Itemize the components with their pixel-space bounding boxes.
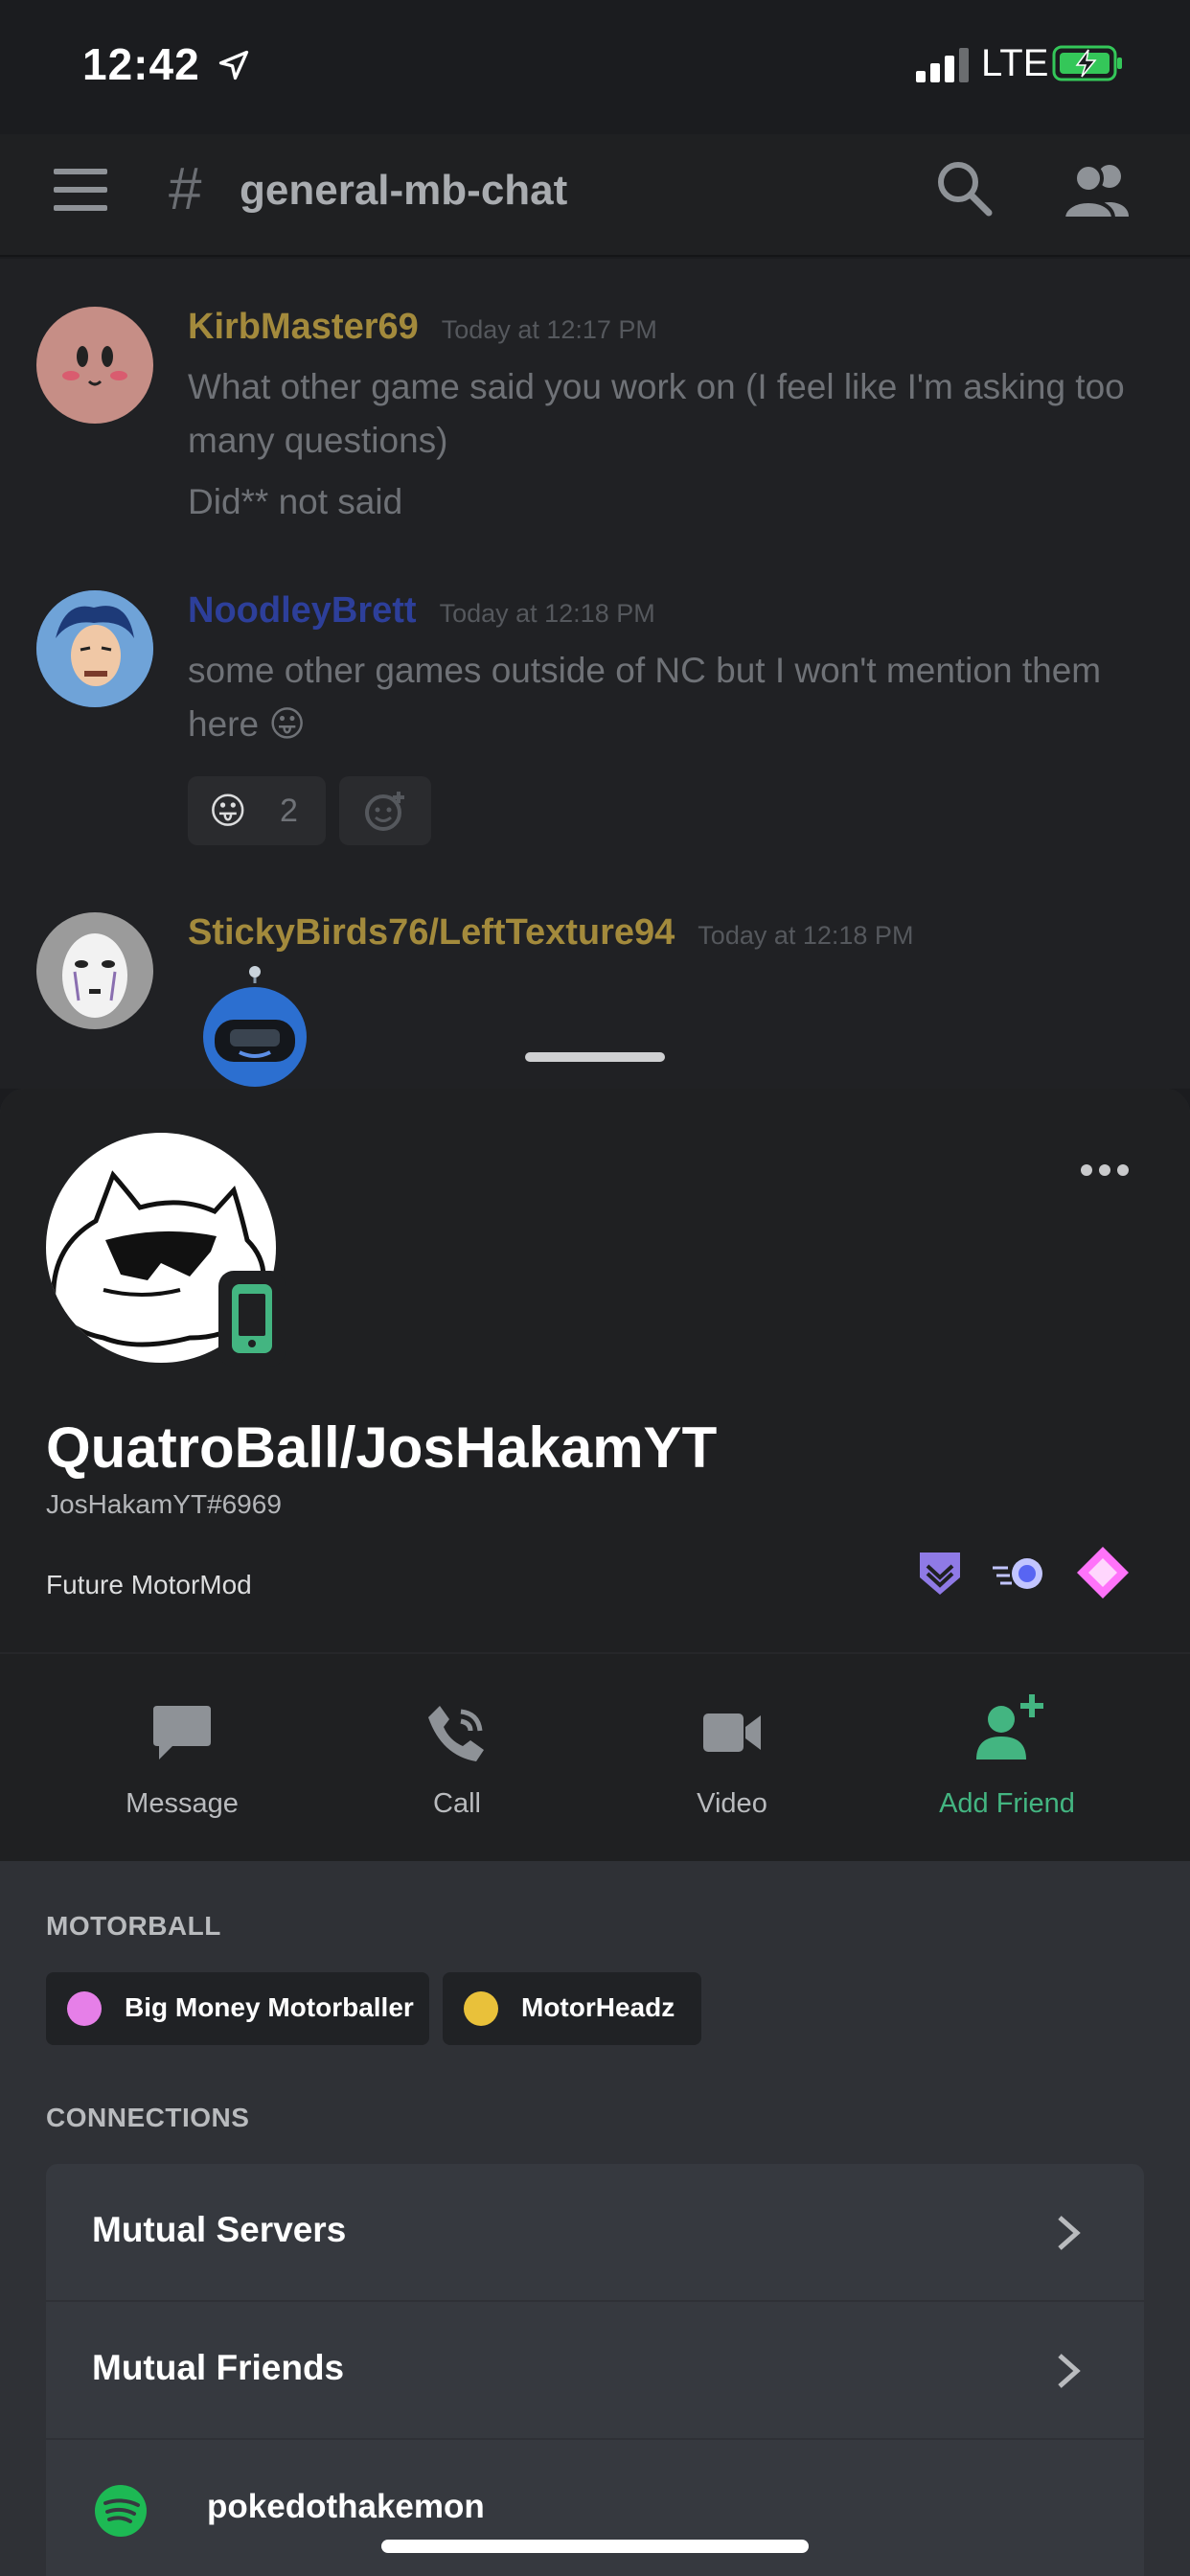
profile-bio: Future MotorMod (46, 1570, 252, 1599)
add-reaction-icon (365, 792, 404, 831)
mutual-friends-label: Mutual Friends (92, 2348, 345, 2387)
call-button[interactable]: Call (342, 1654, 572, 1863)
profile-display-name: QuatroBall/JosHakamYT (46, 1415, 718, 1480)
tongue-emoji-icon: 😛 (209, 792, 247, 832)
channel-name[interactable]: general-mb-chat (240, 167, 567, 215)
profile-actions: Message Call Video Add Friend (0, 1652, 1190, 1861)
role-name: Big Money Motorballer (125, 1992, 414, 2022)
chevron-right-icon (1058, 2354, 1081, 2388)
status-bar: 12:42 LTE (0, 0, 1190, 134)
mutual-friends-row[interactable]: Mutual Friends (46, 2302, 1144, 2440)
video-camera-icon (703, 1714, 761, 1752)
profile-user-tag[interactable]: JosHakamYT#6969 (46, 1489, 282, 1520)
robot-sticker-icon (203, 966, 307, 1087)
channel-hash-icon: # (169, 156, 202, 222)
message-text: What other game said you work on (I feel… (188, 367, 1125, 460)
chat-bubble-icon (153, 1706, 211, 1760)
mutual-servers-row[interactable]: Mutual Servers (46, 2164, 1144, 2302)
spotify-account-name: pokedothakemon (207, 2488, 485, 2525)
members-icon[interactable] (1062, 161, 1134, 218)
message-button-label: Message (126, 1788, 239, 1819)
message-list[interactable]: KirbMaster69 Today at 12:17 PM What other… (0, 259, 1190, 1089)
message-timestamp: Today at 12:18 PM (698, 921, 914, 950)
video-button[interactable]: Video (617, 1654, 847, 1863)
battery-charging-icon (1052, 45, 1122, 81)
reaction-pill[interactable]: 😛 2 (188, 776, 326, 845)
network-type: LTE (981, 42, 1049, 84)
chevron-right-icon (1058, 2216, 1081, 2250)
connections-list: Mutual Servers Mutual Friends pokedothak… (46, 2164, 1144, 2576)
user-profile-sheet: QuatroBall/JosHakamYT JosHakamYT#6969 Fu… (0, 1089, 1190, 2576)
location-arrow-icon (218, 50, 249, 80)
roles-section-title: MOTORBALL (46, 1911, 221, 1941)
hypesquad-badge-icon[interactable] (916, 1549, 964, 1598)
mobile-status-badge (218, 1271, 286, 1367)
username[interactable]: KirbMaster69 (188, 307, 419, 347)
role-color-dot (464, 1991, 498, 2026)
spotify-icon (95, 2485, 147, 2537)
user-avatar[interactable] (36, 307, 153, 424)
message-author[interactable]: StickyBirds76/LeftTexture94 Today at 12:1… (188, 912, 913, 954)
add-reaction-button[interactable] (339, 776, 431, 845)
message-author[interactable]: NoodleyBrett Today at 12:18 PM (188, 590, 655, 632)
add-friend-button-label: Add Friend (939, 1788, 1075, 1819)
profile-header: QuatroBall/JosHakamYT JosHakamYT#6969 Fu… (0, 1089, 1190, 1652)
connections-section-title: CONNECTIONS (46, 2103, 250, 2132)
sheet-drag-handle[interactable] (525, 1052, 665, 1062)
reaction-count: 2 (280, 793, 298, 829)
search-icon[interactable] (933, 157, 995, 218)
user-avatar[interactable] (36, 912, 153, 1029)
mutual-servers-label: Mutual Servers (92, 2210, 347, 2249)
profile-badges (916, 1545, 1136, 1602)
cellular-signal-icon (916, 48, 969, 82)
role-name: MotorHeadz (521, 1992, 675, 2022)
more-options-icon[interactable] (1081, 1163, 1138, 1183)
add-friend-button[interactable]: Add Friend (892, 1654, 1122, 1863)
message-text: some other games outside of NC but I won… (188, 651, 1102, 744)
message-author[interactable]: KirbMaster69 Today at 12:17 PM (188, 307, 657, 348)
role-pill[interactable]: Big Money Motorballer (46, 1972, 429, 2045)
username[interactable]: StickyBirds76/LeftTexture94 (188, 912, 675, 953)
add-friend-icon (976, 1694, 1043, 1760)
phone-call-icon (428, 1706, 484, 1761)
message-text: Did** not said (188, 482, 403, 521)
server-booster-badge-icon[interactable] (1075, 1545, 1131, 1600)
video-button-label: Video (697, 1788, 767, 1819)
username[interactable]: NoodleyBrett (188, 590, 417, 631)
nitro-boost-badge-icon[interactable] (991, 1554, 1048, 1593)
role-color-dot (67, 1991, 102, 2026)
spotify-connection-row[interactable]: pokedothakemon (46, 2440, 1144, 2576)
message-timestamp: Today at 12:18 PM (439, 599, 655, 628)
message-timestamp: Today at 12:17 PM (441, 315, 657, 344)
status-time: 12:42 (82, 39, 200, 89)
mobile-phone-icon (232, 1284, 272, 1353)
role-pill[interactable]: MotorHeadz (443, 1972, 701, 2045)
home-indicator[interactable] (381, 2540, 809, 2553)
menu-icon[interactable] (54, 169, 107, 211)
user-avatar[interactable] (36, 590, 153, 707)
channel-header: # general-mb-chat (0, 134, 1190, 257)
call-button-label: Call (433, 1788, 481, 1819)
message-button[interactable]: Message (67, 1654, 297, 1863)
